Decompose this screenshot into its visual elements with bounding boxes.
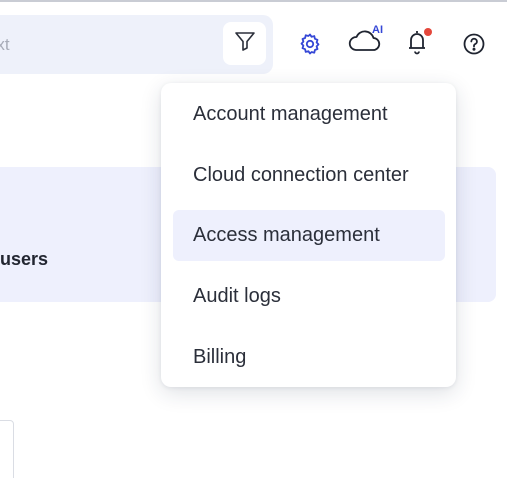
menu-item-audit-logs[interactable]: Audit logs xyxy=(173,271,445,322)
search-bar xyxy=(0,15,273,74)
users-label: users xyxy=(0,249,49,269)
filter-button[interactable] xyxy=(223,22,266,65)
gear-icon xyxy=(298,32,322,61)
search-input[interactable] xyxy=(0,15,210,74)
filter-icon xyxy=(233,29,257,58)
help-icon xyxy=(462,32,486,61)
menu-item-cloud-connection-center[interactable]: Cloud connection center xyxy=(173,150,445,201)
notifications-button[interactable] xyxy=(399,26,435,62)
help-button[interactable] xyxy=(458,30,490,62)
content-panel-edge xyxy=(0,420,14,478)
top-divider xyxy=(0,0,507,2)
page: AI users Account management Cloud xyxy=(0,0,507,478)
ai-badge: AI xyxy=(372,24,383,36)
settings-button[interactable] xyxy=(294,30,326,62)
menu-item-billing[interactable]: Billing xyxy=(173,332,445,383)
menu-item-account-management[interactable]: Account management xyxy=(173,89,445,140)
settings-dropdown-menu: Account management Cloud connection cent… xyxy=(161,83,456,387)
cloud-ai-button[interactable]: AI xyxy=(342,24,386,62)
menu-item-access-management[interactable]: Access management xyxy=(173,210,445,261)
notification-dot xyxy=(424,28,432,36)
